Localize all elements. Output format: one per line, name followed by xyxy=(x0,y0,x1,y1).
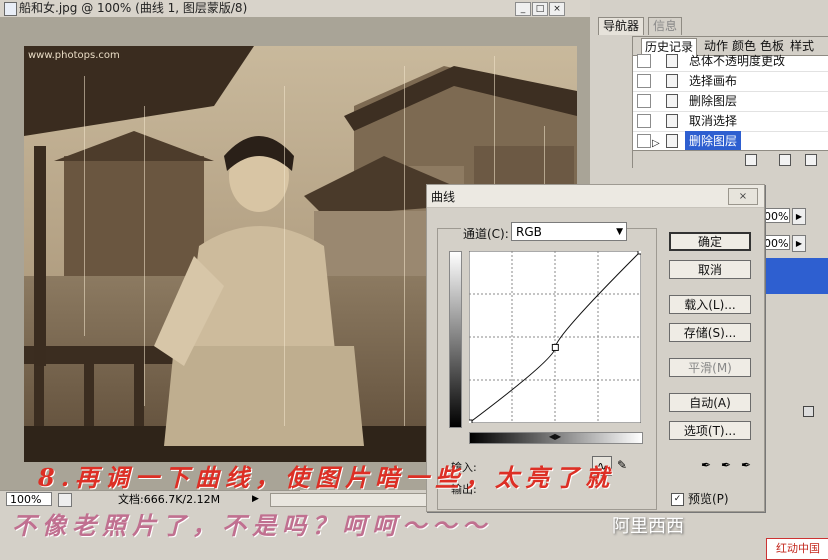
zoom-field[interactable]: 100% xyxy=(6,492,52,506)
load-button[interactable]: 载入(L)... xyxy=(669,295,751,314)
document-title: 船和女.jpg @ 100% (曲线 1, 图层蒙版/8) xyxy=(19,1,248,15)
pencil-icon[interactable]: ✎ xyxy=(613,456,631,474)
history-item[interactable]: 选择画布 xyxy=(633,71,828,92)
history-item[interactable]: 删除图层 xyxy=(633,91,828,112)
status-menu-arrow-icon[interactable]: ▶ xyxy=(252,493,262,505)
close-icon[interactable]: × xyxy=(549,2,565,16)
minimize-button[interactable]: _ xyxy=(515,2,531,16)
snapshot-icon[interactable] xyxy=(779,154,791,166)
maximize-button[interactable]: □ xyxy=(532,2,548,16)
history-checkbox[interactable] xyxy=(637,74,651,88)
output-gradient-bar xyxy=(449,251,462,428)
caption-line-2: 不像老照片了，不是吗？呵呵～～～ xyxy=(12,511,492,540)
alixixi-logo: 阿里西西 xyxy=(612,516,684,537)
history-item-label: 选择画布 xyxy=(689,74,738,88)
history-item[interactable]: 总体不透明度更改 xyxy=(633,51,828,72)
fill-arrow-icon[interactable]: ▶ xyxy=(792,235,806,252)
channel-select[interactable]: RGB ▼ xyxy=(511,222,627,241)
document-icon xyxy=(666,74,678,88)
caption-line-1: 8.再调一下曲线，使图片暗一些，太亮了就 xyxy=(38,463,616,492)
close-icon[interactable]: × xyxy=(728,188,758,205)
preview-label: 预览(P) xyxy=(688,492,729,506)
white-eyedropper-icon[interactable]: ✒ xyxy=(737,456,755,474)
dialog-title: 曲线 xyxy=(431,190,456,204)
zoom-preview-icon[interactable] xyxy=(58,493,72,507)
history-checkbox[interactable] xyxy=(637,134,651,148)
channel-label: 通道(C): xyxy=(461,225,511,242)
opacity-arrow-icon[interactable]: ▶ xyxy=(792,208,806,225)
curve-control-point[interactable] xyxy=(637,251,641,255)
new-document-from-state-icon[interactable] xyxy=(745,154,757,166)
curve-control-point[interactable] xyxy=(551,343,559,351)
document-icon xyxy=(666,114,678,128)
history-panel: 历史记录 动作 颜色 色板 样式 总体不透明度更改 选择画布 删除图层 取消选择… xyxy=(632,36,828,168)
document-icon xyxy=(666,54,678,68)
save-button[interactable]: 存储(S)... xyxy=(669,323,751,342)
gray-eyedropper-icon[interactable]: ✒ xyxy=(717,456,735,474)
trash-icon[interactable] xyxy=(805,154,817,166)
ok-button[interactable]: 确定 xyxy=(669,232,751,251)
lock-icon xyxy=(803,406,814,417)
selected-layer-row[interactable] xyxy=(762,258,828,294)
history-item-label: 总体不透明度更改 xyxy=(689,54,786,68)
document-icon xyxy=(4,2,17,16)
document-icon xyxy=(666,94,678,108)
gradient-toggle-icon[interactable]: ◀▶ xyxy=(548,431,562,443)
options-button[interactable]: 选项(T)... xyxy=(669,421,751,440)
document-title-bar: 船和女.jpg @ 100% (曲线 1, 图层蒙版/8) _ □ × xyxy=(0,0,590,18)
watermark-text: www.photops.com xyxy=(28,50,120,61)
checkbox-checked-icon[interactable]: ✓ xyxy=(671,493,684,506)
doc-size-readout: 文档:666.7K/2.12M xyxy=(118,493,221,506)
tab-info[interactable]: 信息 xyxy=(648,17,683,35)
history-item-label: 删除图层 xyxy=(689,94,738,108)
black-eyedropper-icon[interactable]: ✒ xyxy=(697,456,715,474)
chevron-down-icon: ▼ xyxy=(616,227,623,237)
history-item-label: 取消选择 xyxy=(689,114,738,128)
dialog-title-bar: 曲线 × xyxy=(427,185,764,208)
horizontal-scrollbar[interactable] xyxy=(270,493,427,507)
history-checkbox[interactable] xyxy=(637,94,651,108)
history-item-selected[interactable]: ▷ 删除图层 xyxy=(633,131,828,151)
channel-value: RGB xyxy=(516,225,542,239)
history-item-label: 删除图层 xyxy=(685,131,742,151)
curve-graph[interactable] xyxy=(469,251,641,423)
history-item[interactable]: 取消选择 xyxy=(633,111,828,132)
history-checkbox[interactable] xyxy=(637,54,651,68)
tab-navigator[interactable]: 导航器 xyxy=(598,17,645,35)
preview-checkbox[interactable]: ✓ 预览(P) xyxy=(671,490,729,507)
history-checkbox[interactable] xyxy=(637,114,651,128)
curve-control-point[interactable] xyxy=(469,419,473,423)
auto-button[interactable]: 自动(A) xyxy=(669,393,751,412)
navigator-panel-tabs: 导航器 信息 xyxy=(594,17,744,35)
cancel-button[interactable]: 取消 xyxy=(669,260,751,279)
document-icon xyxy=(666,134,678,148)
smooth-button[interactable]: 平滑(M) xyxy=(669,358,751,377)
history-footer xyxy=(633,150,828,168)
redocn-stamp: 红动中国 xyxy=(766,538,828,560)
